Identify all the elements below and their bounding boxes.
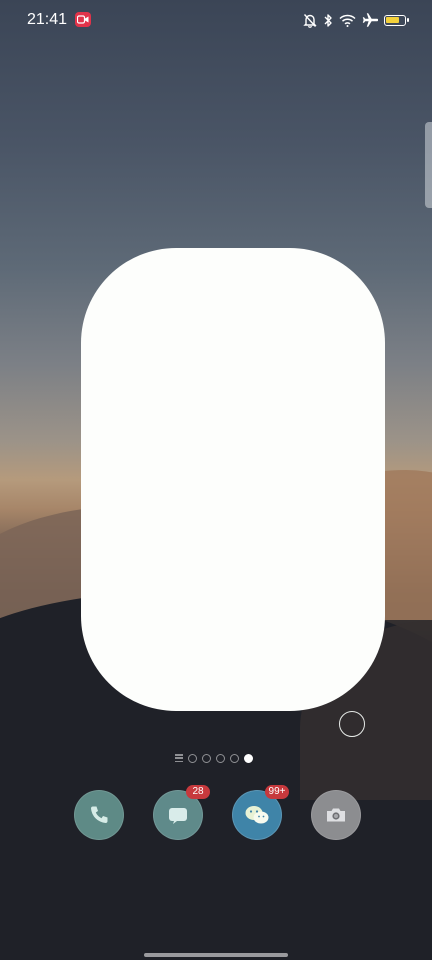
wifi-icon <box>339 14 356 27</box>
edge-panel-handle[interactable] <box>425 122 432 208</box>
page-dot-4[interactable] <box>230 753 239 763</box>
page-dot-3[interactable] <box>216 753 225 763</box>
mute-bell-icon <box>303 13 317 28</box>
dock-wechat-app[interactable]: 99+ <box>232 785 289 840</box>
home-screen: 21:41 28 99+ <box>0 0 432 960</box>
status-icons <box>303 11 409 29</box>
wechat-badge: 99+ <box>265 785 289 799</box>
battery-icon <box>384 14 409 26</box>
home-gesture-bar[interactable] <box>144 953 288 957</box>
airplane-icon <box>362 13 378 27</box>
dock-camera-app[interactable] <box>311 790 361 840</box>
page-indicator[interactable] <box>175 752 253 764</box>
screen-record-icon[interactable] <box>75 12 91 27</box>
screen-recording-widget[interactable] <box>81 248 385 737</box>
page-dot-5-active[interactable] <box>244 753 253 763</box>
page-dot-1[interactable] <box>188 753 197 763</box>
status-bar: 21:41 <box>0 0 432 40</box>
page-overview-icon[interactable] <box>175 754 183 762</box>
message-icon <box>169 808 187 824</box>
dock-messages-app[interactable]: 28 <box>153 785 210 840</box>
messages-badge: 28 <box>186 785 210 799</box>
dock-phone-app[interactable] <box>74 790 124 840</box>
camera-icon <box>327 808 345 822</box>
page-dot-2[interactable] <box>202 753 211 763</box>
phone-icon <box>91 806 108 823</box>
wechat-icon <box>245 806 269 824</box>
bluetooth-icon <box>324 13 332 27</box>
status-time: 21:41 <box>27 11 68 28</box>
record-control-ring[interactable] <box>339 711 365 737</box>
battery-level <box>386 16 399 23</box>
